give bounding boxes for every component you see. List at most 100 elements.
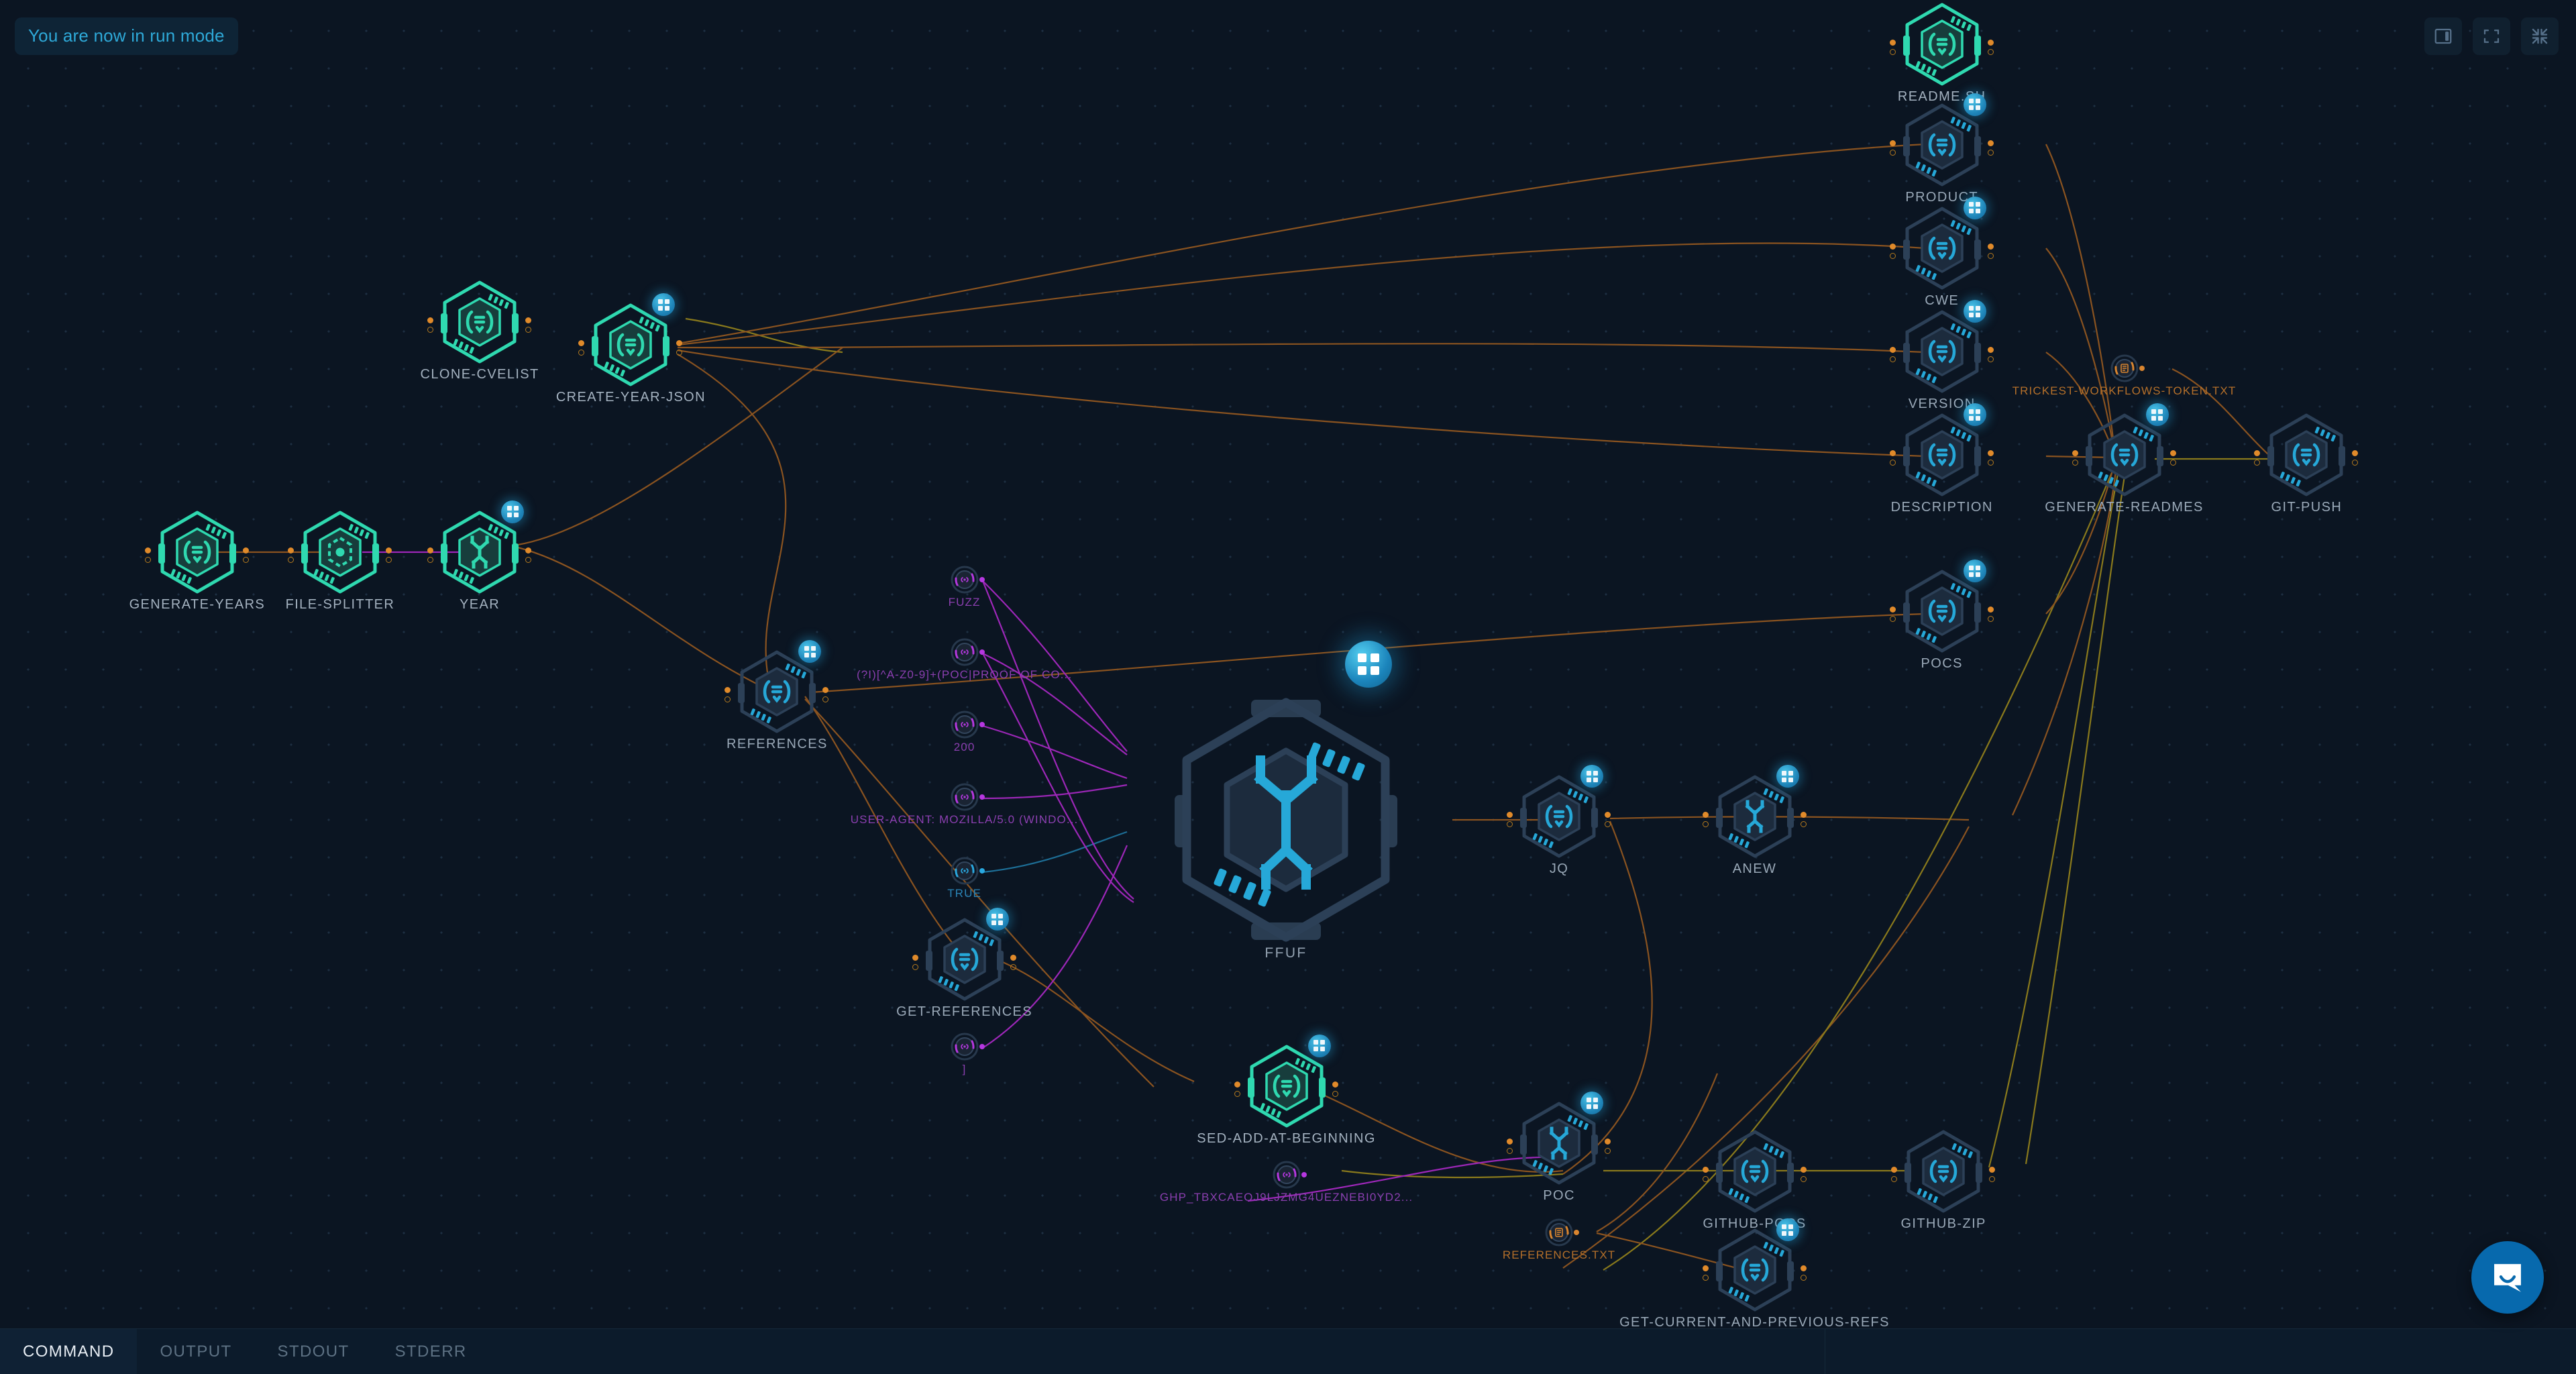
output-port-primary[interactable] <box>242 547 249 553</box>
input-port-primary[interactable] <box>1702 812 1709 818</box>
input-port-secondary[interactable] <box>1702 1275 1709 1281</box>
param-output-port[interactable] <box>2139 365 2145 371</box>
collapse-view-button[interactable] <box>2521 17 2559 55</box>
param-output-port[interactable] <box>979 722 985 727</box>
output-port-primary[interactable] <box>1800 812 1807 818</box>
node-generate-years[interactable]: GENERATE-YEARS <box>129 509 264 612</box>
output-port-secondary[interactable] <box>385 556 392 563</box>
tab-command[interactable]: COMMAND <box>0 1329 138 1374</box>
input-port-primary[interactable] <box>1507 812 1513 818</box>
output-port-primary[interactable] <box>1010 955 1016 961</box>
input-port-primary[interactable] <box>1889 606 1896 613</box>
output-port-secondary[interactable] <box>1605 1148 1611 1155</box>
output-port-secondary[interactable] <box>1800 821 1807 828</box>
tab-stderr[interactable]: STDERR <box>372 1329 490 1374</box>
node-body[interactable] <box>287 509 392 596</box>
output-port-secondary[interactable] <box>2169 460 2176 466</box>
input-port-primary[interactable] <box>1889 347 1896 354</box>
param-node-p-regex[interactable]: (?I)[^A-Z0-9]+(POC|PROOF OF CO... <box>857 637 1071 681</box>
output-port-secondary[interactable] <box>1987 460 1994 466</box>
node-body[interactable] <box>1889 93 1994 189</box>
input-port-primary[interactable] <box>144 547 151 553</box>
node-anew[interactable]: ANEW <box>1702 765 1807 876</box>
param-output-port[interactable] <box>1574 1229 1580 1235</box>
input-port-secondary[interactable] <box>578 350 585 356</box>
input-port-primary[interactable] <box>2072 450 2078 457</box>
node-body[interactable] <box>578 293 683 388</box>
output-port-secondary[interactable] <box>242 556 249 563</box>
input-port-primary[interactable] <box>1889 450 1896 457</box>
node-sed-add-at-beginning[interactable]: SED-ADD-AT-BEGINNING <box>1197 1034 1375 1146</box>
input-port-primary[interactable] <box>724 687 731 694</box>
param-node-p-blank[interactable]: ] <box>950 1032 985 1075</box>
param-output-port[interactable] <box>979 649 985 655</box>
output-port-secondary[interactable] <box>525 327 532 333</box>
output-port-secondary[interactable] <box>1332 1090 1338 1097</box>
output-port-primary[interactable] <box>822 687 829 694</box>
param-output-port[interactable] <box>979 1044 985 1049</box>
node-create-year-json[interactable]: CREATE-YEAR-JSON <box>556 293 705 405</box>
output-port-secondary[interactable] <box>1800 1176 1807 1183</box>
output-port-primary[interactable] <box>2169 450 2176 457</box>
node-description[interactable]: DESCRIPTION <box>1889 403 1994 515</box>
input-port-secondary[interactable] <box>427 327 434 333</box>
output-port-primary[interactable] <box>385 547 392 553</box>
output-port-secondary[interactable] <box>1800 1275 1807 1281</box>
node-grid-badge-button[interactable] <box>2145 403 2169 427</box>
output-port-primary[interactable] <box>1800 1167 1807 1173</box>
input-port-secondary[interactable] <box>1234 1090 1240 1097</box>
input-port-secondary[interactable] <box>2254 460 2261 466</box>
output-port-primary[interactable] <box>1605 812 1611 818</box>
param-output-port[interactable] <box>979 577 985 583</box>
output-port-secondary[interactable] <box>2352 460 2359 466</box>
node-body[interactable] <box>1889 300 1994 395</box>
node-grid-badge-button[interactable] <box>1776 1218 1799 1242</box>
input-port-secondary[interactable] <box>287 556 294 563</box>
output-port-secondary[interactable] <box>1987 49 1994 56</box>
param-node-p-useragent[interactable]: USER-AGENT: MOZILLA/5.0 (WINDO... <box>851 782 1077 826</box>
node-grid-badge-button[interactable] <box>1963 300 1986 323</box>
node-body[interactable] <box>1889 560 1994 655</box>
node-body[interactable] <box>1702 765 1807 860</box>
node-generate-readmes[interactable]: GENERATE-READMES <box>2045 403 2202 515</box>
output-port-secondary[interactable] <box>1987 149 1994 156</box>
node-grid-badge-button[interactable] <box>985 908 1009 931</box>
input-port-secondary[interactable] <box>1891 1176 1898 1183</box>
input-port-primary[interactable] <box>1702 1265 1709 1272</box>
node-grid-badge-button[interactable] <box>501 500 525 523</box>
output-port-primary[interactable] <box>525 317 532 323</box>
node-references[interactable]: REFERENCES <box>724 640 829 751</box>
input-port-secondary[interactable] <box>1702 1176 1709 1183</box>
node-get-references[interactable]: GET-REFERENCES <box>896 908 1032 1019</box>
output-port-primary[interactable] <box>1987 40 1994 46</box>
node-cwe[interactable]: CWE <box>1889 196 1994 308</box>
node-github-zip[interactable]: GITHUB-ZIP <box>1891 1128 1996 1231</box>
tab-output[interactable]: OUTPUT <box>137 1329 254 1374</box>
output-port-primary[interactable] <box>676 340 683 347</box>
node-body[interactable] <box>1507 765 1611 860</box>
output-port-primary[interactable] <box>1987 450 1994 457</box>
output-port-primary[interactable] <box>1987 347 1994 354</box>
param-output-port[interactable] <box>1301 1172 1307 1178</box>
node-body[interactable] <box>724 640 829 735</box>
node-product[interactable]: PRODUCT <box>1889 93 1994 205</box>
output-port-secondary[interactable] <box>1987 252 1994 259</box>
node-body[interactable] <box>1234 1034 1338 1130</box>
node-body[interactable] <box>1889 1 1994 88</box>
node-body[interactable] <box>1891 1128 1996 1215</box>
node-pocs[interactable]: POCS <box>1889 560 1994 671</box>
node-readme-sh[interactable]: README.SH <box>1889 1 1994 104</box>
node-body[interactable] <box>144 509 249 596</box>
node-github-pocs[interactable]: GITHUB-POCS <box>1702 1128 1807 1231</box>
node-grid-badge-button[interactable] <box>1963 560 1986 583</box>
output-port-secondary[interactable] <box>676 350 683 356</box>
node-grid-badge-button[interactable] <box>1963 403 1986 427</box>
input-port-primary[interactable] <box>1891 1167 1898 1173</box>
node-ffuf[interactable]: FFUF <box>1172 696 1400 961</box>
chat-widget-button[interactable] <box>2471 1241 2544 1314</box>
input-port-secondary[interactable] <box>2072 460 2078 466</box>
input-port-primary[interactable] <box>578 340 585 347</box>
input-port-secondary[interactable] <box>144 556 151 563</box>
node-grid-badge-button[interactable] <box>1963 196 1986 219</box>
param-node-p-fuzz[interactable]: FUZZ <box>949 565 985 609</box>
